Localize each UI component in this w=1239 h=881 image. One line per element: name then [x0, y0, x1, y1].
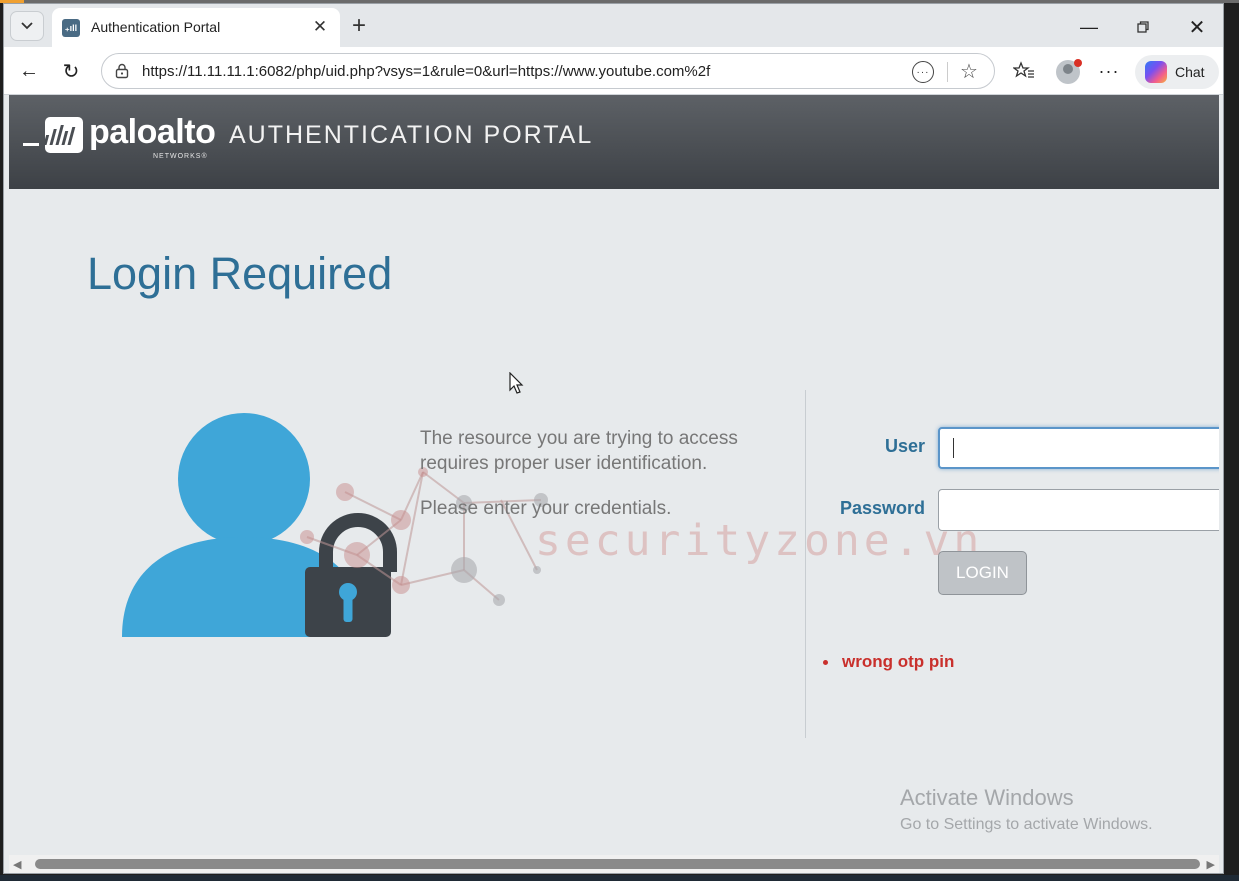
divider	[805, 390, 806, 738]
favorites-icon[interactable]	[1009, 56, 1039, 86]
portal-title: AUTHENTICATION PORTAL	[229, 121, 594, 149]
lock-icon[interactable]	[114, 63, 130, 79]
page-content: paloalto NETWORKS® AUTHENTICATION PORTAL…	[9, 95, 1219, 855]
paloalto-logo-icon	[45, 117, 83, 153]
more-icon[interactable]: ···	[1094, 56, 1124, 86]
page-title: Login Required	[87, 248, 393, 299]
activate-windows-title: Activate Windows	[900, 785, 1074, 810]
error-bullet	[823, 660, 828, 665]
instruction-text: The resource you are trying to access re…	[420, 428, 738, 474]
copilot-icon	[1145, 61, 1167, 83]
scroll-left-icon[interactable]: ◀	[13, 858, 21, 871]
password-label: Password	[839, 498, 925, 518]
reader-icon[interactable]: ···	[912, 61, 934, 83]
error-message: wrong otp pin	[823, 652, 955, 672]
restore-icon[interactable]	[1126, 12, 1160, 42]
logo-wordmark: paloalto	[89, 113, 216, 151]
url-text[interactable]: https://11.11.11.1:6082/php/uid.php?vsys…	[142, 63, 710, 80]
scrollbar-thumb[interactable]	[35, 859, 1200, 869]
user-label: User	[884, 436, 925, 456]
logo-dash	[23, 143, 39, 146]
back-icon[interactable]: ←	[14, 56, 44, 86]
password-input[interactable]	[938, 489, 1219, 531]
tab-menu-icon[interactable]	[10, 11, 44, 41]
notification-dot	[1074, 59, 1082, 67]
login-button[interactable]: LOGIN	[938, 551, 1027, 595]
chat-label: Chat	[1175, 64, 1205, 80]
text-caret	[953, 438, 954, 458]
error-list: wrong otp pin	[823, 652, 955, 672]
tab-title: Authentication Portal	[91, 19, 221, 35]
browser-window: ₊ıll Authentication Portal ✕ + — ✕ ← ↻ h…	[3, 3, 1224, 874]
reload-icon[interactable]: ↻	[56, 56, 86, 86]
star-icon[interactable]: ☆	[960, 59, 978, 84]
taskbar-strip	[0, 875, 1239, 881]
favicon-icon: ₊ıll	[62, 19, 80, 37]
chat-button[interactable]: Chat	[1135, 55, 1219, 89]
tab-authentication-portal[interactable]: ₊ıll Authentication Portal ✕	[52, 8, 340, 47]
address-bar[interactable]: https://11.11.11.1:6082/php/uid.php?vsys…	[101, 53, 995, 89]
activate-windows-subtitle: Go to Settings to activate Windows.	[900, 816, 1153, 833]
close-icon[interactable]: ✕	[310, 17, 330, 37]
tab-strip: ₊ıll Authentication Portal ✕ + — ✕	[4, 4, 1223, 47]
logo-subtext: NETWORKS®	[153, 153, 208, 160]
portal-banner: paloalto NETWORKS® AUTHENTICATION PORTAL	[9, 95, 1219, 189]
divider	[947, 62, 948, 82]
error-text: wrong otp pin	[842, 652, 955, 671]
address-bar-row: ← ↻ https://11.11.11.1:6082/php/uid.php?…	[4, 47, 1223, 95]
scroll-right-icon[interactable]: ▶	[1207, 858, 1215, 871]
user-input[interactable]	[938, 427, 1219, 469]
watermark-molecule	[300, 467, 548, 606]
watermark-text: securityzone.vn	[535, 516, 984, 566]
minimize-icon[interactable]: —	[1072, 12, 1106, 42]
horizontal-scrollbar[interactable]: ◀ ▶	[9, 855, 1219, 873]
cursor-icon	[509, 372, 524, 394]
close-icon[interactable]: ✕	[1180, 12, 1214, 42]
plus-icon[interactable]: +	[344, 11, 374, 41]
